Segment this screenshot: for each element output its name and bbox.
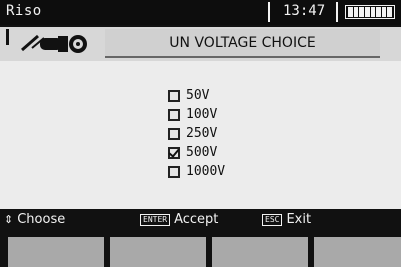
voltage-options: 50V 100V 250V 500V 1000V	[168, 86, 225, 181]
option-label: 500V	[186, 145, 218, 160]
header-marker	[6, 29, 9, 45]
up-down-arrows-icon: ⇕	[4, 213, 14, 226]
soft-key-2[interactable]	[110, 237, 206, 267]
exit-label: Exit	[286, 212, 312, 227]
option-label: 50V	[186, 88, 210, 103]
battery-full-icon	[345, 5, 395, 19]
checkbox[interactable]	[168, 146, 180, 159]
choose-label: Choose	[17, 212, 66, 227]
checkbox[interactable]	[168, 89, 180, 102]
screen-header: UN VOLTAGE CHOICE	[0, 27, 401, 61]
meter-screen: Riso 13:47 UN VOLTAGE CHOICE 50V 100V 25…	[0, 0, 401, 267]
soft-key-4[interactable]	[314, 237, 401, 267]
exit-hint: ESC Exit	[262, 212, 311, 227]
voltage-option[interactable]: 500V	[168, 143, 225, 162]
checkbox[interactable]	[168, 165, 180, 178]
screen-title: UN VOLTAGE CHOICE	[105, 29, 380, 58]
option-label: 100V	[186, 107, 218, 122]
choose-hint: ⇕ Choose	[4, 212, 65, 227]
option-label: 250V	[186, 126, 218, 141]
esc-key-icon: ESC	[262, 213, 283, 226]
enter-key-icon: ENTER	[140, 213, 171, 226]
checkbox[interactable]	[168, 108, 180, 121]
divider	[336, 2, 338, 22]
clock: 13:47	[283, 3, 326, 19]
voltage-option[interactable]: 100V	[168, 105, 225, 124]
divider	[268, 2, 270, 22]
soft-key-1[interactable]	[8, 237, 104, 267]
soft-key-3[interactable]	[212, 237, 308, 267]
voltage-option[interactable]: 1000V	[168, 162, 225, 181]
accept-label: Accept	[174, 212, 219, 227]
accept-hint: ENTER Accept	[140, 212, 218, 227]
option-label: 1000V	[186, 164, 226, 179]
voltage-list-panel: 50V 100V 250V 500V 1000V	[0, 61, 401, 209]
checkbox[interactable]	[168, 127, 180, 140]
voltage-option[interactable]: 250V	[168, 124, 225, 143]
insulation-probe-icon	[21, 34, 87, 53]
key-hint-bar: ⇕ Choose ENTER Accept ESC Exit	[0, 209, 401, 231]
soft-key-row	[0, 231, 401, 267]
mode-label: Riso	[6, 3, 42, 19]
voltage-option[interactable]: 50V	[168, 86, 225, 105]
status-bar: Riso 13:47	[0, 0, 401, 25]
